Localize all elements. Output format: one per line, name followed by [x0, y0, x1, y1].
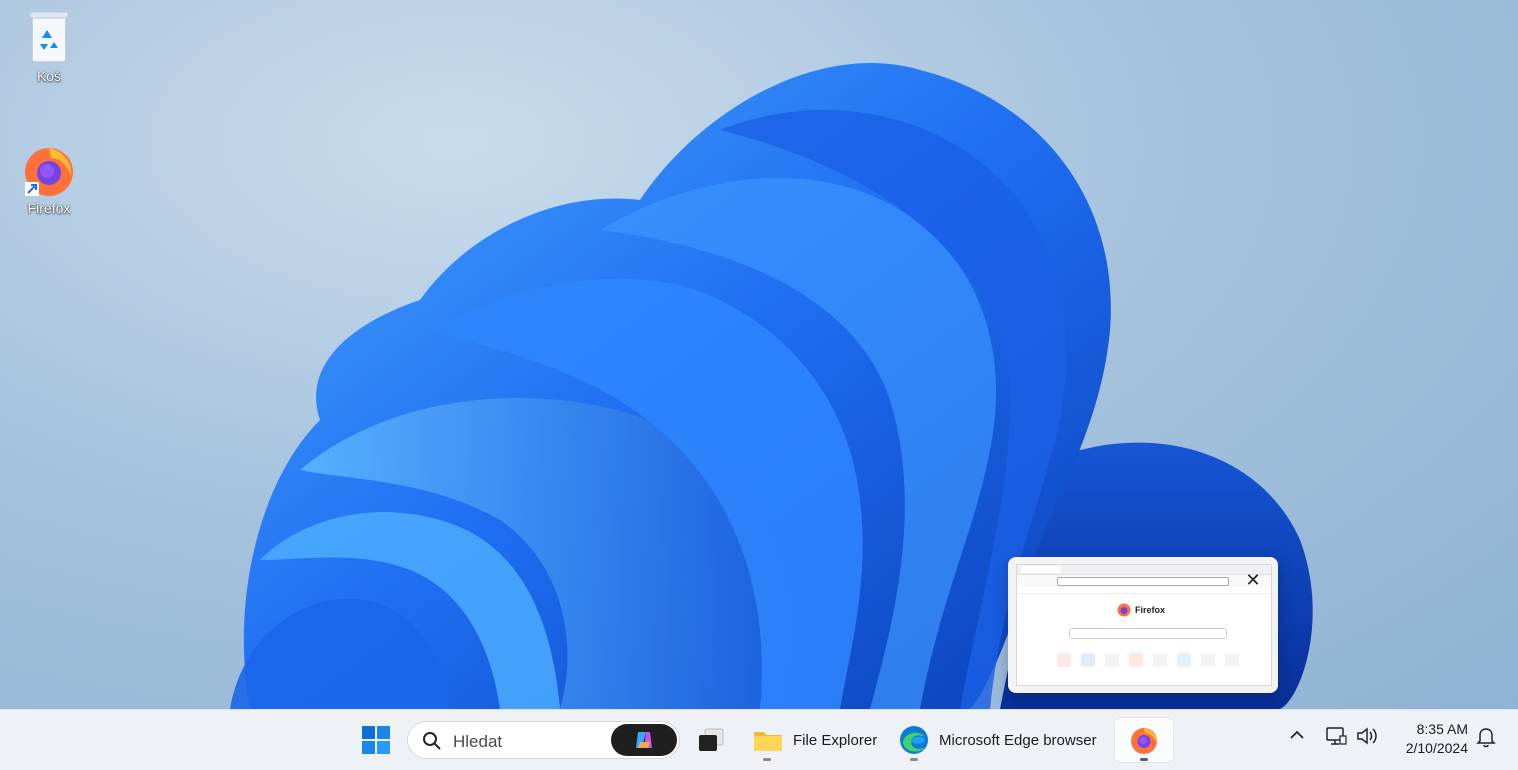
preview-tile: [1057, 653, 1071, 667]
clock[interactable]: 8:35 AM 2/10/2024: [1388, 720, 1468, 758]
notification-button[interactable]: [1476, 726, 1496, 753]
search-box[interactable]: Hledat: [407, 721, 680, 759]
preview-thumbnail: Firefox: [1016, 564, 1272, 686]
running-indicator: [1140, 758, 1148, 761]
clock-time: 8:35 AM: [1416, 721, 1468, 737]
copilot-button[interactable]: [611, 724, 677, 756]
volume-button[interactable]: [1355, 725, 1379, 752]
preview-bookmarks-bar: [1017, 587, 1271, 594]
preview-logo-text: Firefox: [1135, 605, 1166, 615]
preview-tile: [1153, 653, 1167, 667]
network-status-button[interactable]: [1325, 725, 1347, 752]
taskbar-app-label: Microsoft Edge browser: [939, 731, 1097, 749]
bell-icon: [1476, 728, 1496, 748]
chevron-up-icon: [1290, 730, 1304, 739]
preview-tile: [1129, 653, 1143, 667]
firefox-icon: [1117, 603, 1131, 617]
start-button[interactable]: [354, 718, 398, 762]
taskbar-app-label: File Explorer: [793, 731, 878, 749]
preview-url-bar: [1017, 575, 1271, 587]
preview-shortcut-tiles: [1057, 653, 1239, 667]
running-indicator: [763, 758, 771, 761]
preview-tile: [1105, 653, 1119, 667]
preview-tile: [1225, 653, 1239, 667]
preview-tab-bar: [1017, 565, 1271, 575]
preview-tile: [1177, 653, 1191, 667]
preview-firefox-logo: Firefox: [1117, 603, 1165, 617]
search-icon: [423, 732, 441, 750]
firefox-window-preview[interactable]: Firefox ✕: [1008, 557, 1278, 693]
desktop-icon-recycle-bin[interactable]: Koš: [11, 8, 87, 84]
show-hidden-icons-button[interactable]: [1287, 725, 1307, 750]
firefox-icon: [1131, 728, 1158, 754]
preview-tab: [1021, 566, 1061, 573]
folder-icon: [754, 732, 782, 751]
firefox-icon: [25, 148, 73, 196]
search-placeholder: Hledat: [453, 732, 503, 751]
network-icon: [1326, 727, 1347, 745]
preview-tile: [1081, 653, 1095, 667]
close-icon[interactable]: ✕: [1242, 569, 1264, 591]
taskbar-app-edge[interactable]: Microsoft Edge browser: [893, 718, 1113, 762]
wallpaper-bloom: [230, 62, 1313, 709]
preview-search-field: [1069, 628, 1227, 639]
clock-date: 2/10/2024: [1405, 740, 1468, 756]
desktop: Koš Firefox Firefox ✕: [0, 0, 1518, 709]
preview-tile: [1201, 653, 1215, 667]
copilot-icon: [636, 732, 652, 748]
taskbar-app-file-explorer[interactable]: File Explorer: [745, 718, 893, 762]
taskbar: Hledat File Explorer Microsoft Edge brow…: [0, 709, 1518, 770]
task-view-button[interactable]: [691, 718, 731, 762]
edge-icon: [900, 726, 928, 754]
volume-icon: [1357, 727, 1377, 745]
task-view-icon: [699, 728, 724, 751]
desktop-icon-label: Firefox: [27, 200, 71, 216]
desktop-icon-firefox[interactable]: Firefox: [11, 142, 87, 216]
taskbar-app-firefox[interactable]: [1115, 718, 1173, 762]
recycle-bin-icon: [29, 11, 69, 63]
preview-url-field: [1057, 577, 1229, 586]
desktop-icon-label: Koš: [36, 68, 62, 84]
running-indicator: [910, 758, 918, 761]
windows-start-icon: [362, 726, 390, 754]
